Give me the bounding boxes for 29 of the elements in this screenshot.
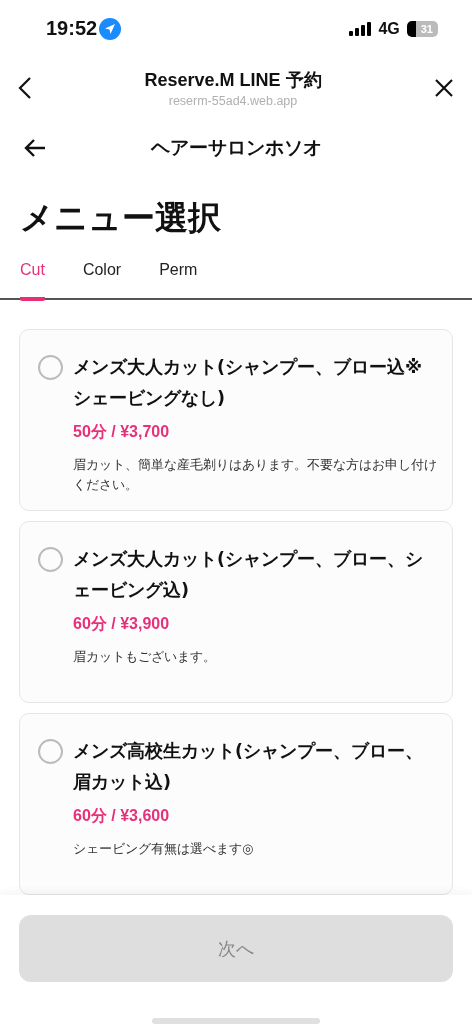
menu-card[interactable]: メンズ高校生カット(シャンプー、ブロー、眉カット込) 60分 / ¥3,600 シェービング有無は選べます◎ [19, 713, 453, 895]
category-tab[interactable]: Color [82, 255, 122, 301]
close-icon[interactable] [434, 78, 454, 98]
menu-description: 眉カットもございます。 [73, 648, 217, 666]
menu-description: シェービング有無は選べます◎ [73, 840, 255, 858]
category-tab[interactable]: Perm [159, 255, 198, 301]
menu-name: メンズ大人カット(シャンプー、ブロー込※シェービングなし) [73, 356, 423, 410]
menu-description: 眉カット、簡単な産毛剃りはあります。不要な方はお申し付けください。 [73, 456, 438, 494]
menu-name: メンズ大人カット(シャンプー、ブロー、シェービング込) [73, 548, 424, 602]
menu-card[interactable]: メンズ大人カット(シャンプー、ブロー、シェービング込) 60分 / ¥3,900 眉カットもございます。 [19, 521, 453, 703]
browser-url: reserm-55ad4.web.app [168, 94, 298, 108]
salon-name: ヘアーサロンホソオ [150, 135, 322, 161]
menu-price: 50分 / ¥3,700 [73, 422, 171, 442]
menu-card[interactable]: メンズ大人カット(シャンプー、ブロー込※シェービングなし) 50分 / ¥3,700 眉カット、簡単な産毛剃りはあります。不要な方はお申し付けください。 [19, 329, 453, 511]
radio-button[interactable] [38, 739, 63, 764]
signal-icon [349, 21, 372, 36]
radio-button[interactable] [38, 355, 63, 380]
browser-title: Reserve.M LINE 予約 [144, 69, 322, 92]
radio-button[interactable] [38, 547, 63, 572]
status-time: 19:52 [46, 17, 98, 41]
page-heading: メニュー選択 [19, 196, 222, 239]
network-label: 4G [378, 19, 400, 38]
menu-price: 60分 / ¥3,600 [73, 806, 171, 826]
category-tab[interactable]: Cut [20, 255, 45, 301]
back-chevron-icon[interactable] [18, 76, 32, 100]
menu-name: メンズ高校生カット(シャンプー、ブロー、眉カット込) [73, 740, 424, 794]
menu-price: 60分 / ¥3,900 [73, 614, 171, 634]
back-arrow-icon[interactable] [24, 139, 46, 158]
battery-indicator: 31 [406, 20, 438, 37]
